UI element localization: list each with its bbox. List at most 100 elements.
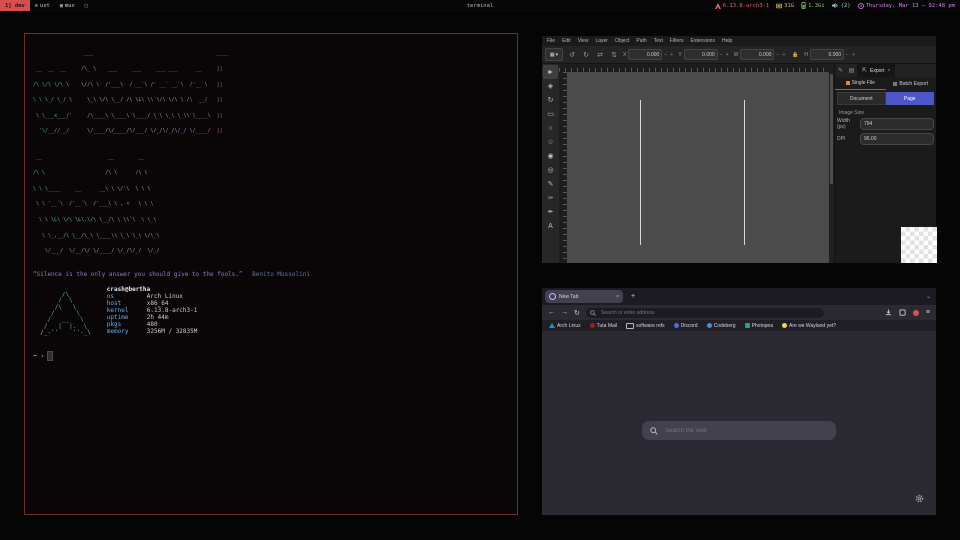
downloads-icon[interactable]	[885, 309, 892, 316]
tab-title: New Tab	[559, 294, 578, 300]
export-icon: ⇱	[862, 67, 867, 74]
prompt-char: ›	[40, 352, 44, 360]
bookmark-folder-software-refs[interactable]: software refs	[626, 323, 665, 329]
tab-close-icon[interactable]: ×	[616, 294, 619, 300]
toolbox: ► ◈ ↻ ▭ ○ ☆ ◉ ◎ ✎ ✑ ✒ A	[542, 64, 559, 263]
y-value[interactable]: 0.000	[684, 49, 718, 60]
bookmark-tuta-mail[interactable]: Tuta Mail	[590, 323, 617, 329]
menu-object[interactable]: Object	[615, 38, 629, 44]
export-preview-checkerboard	[901, 227, 937, 263]
menu-bar: File Edit View Layer Object Path Text Fi…	[542, 36, 936, 46]
page-button[interactable]: Page	[886, 92, 935, 105]
calligraphy-tool[interactable]: ✒	[543, 205, 558, 219]
forward-button[interactable]: →	[561, 309, 568, 316]
layers-dialog-icon[interactable]: ▤	[846, 67, 857, 74]
prompt-path: ~	[33, 352, 37, 360]
flip-horizontal-button[interactable]: ⇄	[595, 51, 605, 59]
new-tab-button[interactable]: +	[631, 293, 635, 300]
shell-prompt[interactable]: ~ ›	[33, 351, 517, 361]
export-dialog-tab[interactable]: ⇱ Export ×	[857, 64, 895, 77]
close-icon[interactable]: ×	[887, 68, 890, 74]
h-value[interactable]: 0.000	[810, 49, 844, 60]
new-tab-page	[542, 331, 936, 515]
minus-button[interactable]: −	[663, 52, 668, 58]
minus-button[interactable]: −	[775, 52, 780, 58]
canvas[interactable]	[567, 72, 829, 263]
browser-window[interactable]: New Tab × + ⌄ ← → ↻ ≡ Arch Linux Tuta Ma	[542, 288, 936, 515]
single-file-tab[interactable]: Single File	[835, 77, 886, 90]
web-search-input[interactable]	[663, 427, 817, 435]
batch-export-tab[interactable]: Batch Export	[886, 77, 937, 90]
plus-button[interactable]: +	[725, 52, 730, 58]
back-button[interactable]: ←	[548, 309, 555, 316]
desktop: 1] dev ⚙ ust ▦ mux □ terminal 6.13.8-arc…	[0, 0, 960, 540]
active-tab[interactable]: New Tab ×	[545, 290, 623, 303]
inkscape-window[interactable]: File Edit View Layer Object Path Text Fi…	[542, 36, 936, 263]
plus-button[interactable]: +	[851, 52, 856, 58]
document-button[interactable]: Document	[837, 92, 886, 105]
dpi-input[interactable]	[860, 133, 934, 145]
dialog-tab-row: ✎ ▤ ⇱ Export ×	[835, 64, 936, 77]
lock-ratio-icon[interactable]: 🔒	[790, 52, 800, 58]
bookmark-photopea[interactable]: Photopea	[745, 323, 773, 329]
personalize-gear-icon[interactable]	[915, 494, 924, 503]
extension-icon[interactable]	[899, 309, 906, 316]
tuta-icon	[590, 323, 595, 328]
export-tab-label: Export	[870, 68, 884, 74]
bookmark-discord[interactable]: Discord	[674, 323, 698, 329]
folder-icon	[626, 323, 634, 329]
pen-tool[interactable]: ✎	[543, 177, 558, 191]
width-input[interactable]	[860, 118, 934, 130]
menu-path[interactable]: Path	[636, 38, 646, 44]
pencil-tool[interactable]: ✑	[543, 191, 558, 205]
terminal-window[interactable]: ___ ____ __ __ __ /\_ \ ___ ___ ___ ___ …	[24, 33, 518, 515]
export-area-buttons: Document Page	[837, 92, 934, 105]
menu-text[interactable]: Text	[654, 38, 663, 44]
h-spinbox: H 0.000 − +	[804, 49, 856, 60]
selection-mode-dropdown[interactable]: ▦▾	[545, 48, 563, 61]
reload-button[interactable]: ↻	[574, 309, 580, 317]
w-value[interactable]: 0.000	[740, 49, 774, 60]
menu-edit[interactable]: Edit	[562, 38, 571, 44]
menu-file[interactable]: File	[547, 38, 555, 44]
ascii-art-back: __ __ __ /\ \ /\ \ /\ \ \ \ \____ __ __\…	[33, 145, 517, 265]
ellipse-tool[interactable]: ○	[543, 121, 558, 135]
x-value[interactable]: 0.000	[628, 49, 662, 60]
menu-filters[interactable]: Filters	[670, 38, 684, 44]
minus-button[interactable]: −	[719, 52, 724, 58]
ublock-extension-icon[interactable]	[913, 310, 919, 316]
rectangle-tool[interactable]: ▭	[543, 107, 558, 121]
url-bar[interactable]	[586, 308, 824, 318]
selector-tool[interactable]: ►	[543, 65, 558, 79]
fetch-row: kernel6.13.8-arch3-1	[107, 307, 198, 314]
search-icon	[590, 310, 596, 316]
star-tool[interactable]: ☆	[543, 135, 558, 149]
plus-button[interactable]: +	[781, 52, 786, 58]
bookmark-arch-linux[interactable]: Arch Linux	[549, 323, 581, 329]
menu-help[interactable]: Help	[722, 38, 732, 44]
minus-button[interactable]: −	[845, 52, 850, 58]
scrollbar-thumb[interactable]	[830, 74, 833, 184]
plus-button[interactable]: +	[669, 52, 674, 58]
shape-builder-tool[interactable]: ↻	[543, 93, 558, 107]
bookmark-are-we-wayland-yet[interactable]: Are we Wayland yet?	[782, 323, 836, 329]
flip-vertical-button[interactable]: ⇅	[609, 51, 619, 59]
3dbox-tool[interactable]: ◉	[543, 149, 558, 163]
bookmark-codeberg[interactable]: Codeberg	[707, 323, 736, 329]
menu-layer[interactable]: Layer	[595, 38, 608, 44]
toolbar-icons: ≡	[885, 309, 930, 316]
edit-dialog-icon[interactable]: ✎	[835, 67, 846, 74]
spiral-tool[interactable]: ◎	[543, 163, 558, 177]
menu-icon[interactable]: ≡	[926, 309, 930, 316]
rotate-cw-button[interactable]: ↻	[581, 51, 591, 59]
url-input[interactable]	[599, 309, 803, 317]
web-search-box[interactable]	[642, 421, 836, 440]
tab-list-chevron-icon[interactable]: ⌄	[926, 293, 931, 300]
focused-window-title: terminal	[0, 3, 960, 9]
menu-view[interactable]: View	[578, 38, 589, 44]
node-tool[interactable]: ◈	[543, 79, 558, 93]
menu-extensions[interactable]: Extensions	[691, 38, 715, 44]
rotate-ccw-button[interactable]: ↺	[567, 51, 577, 59]
width-field-row: Width (px)	[837, 118, 934, 130]
text-tool[interactable]: A	[543, 219, 558, 233]
